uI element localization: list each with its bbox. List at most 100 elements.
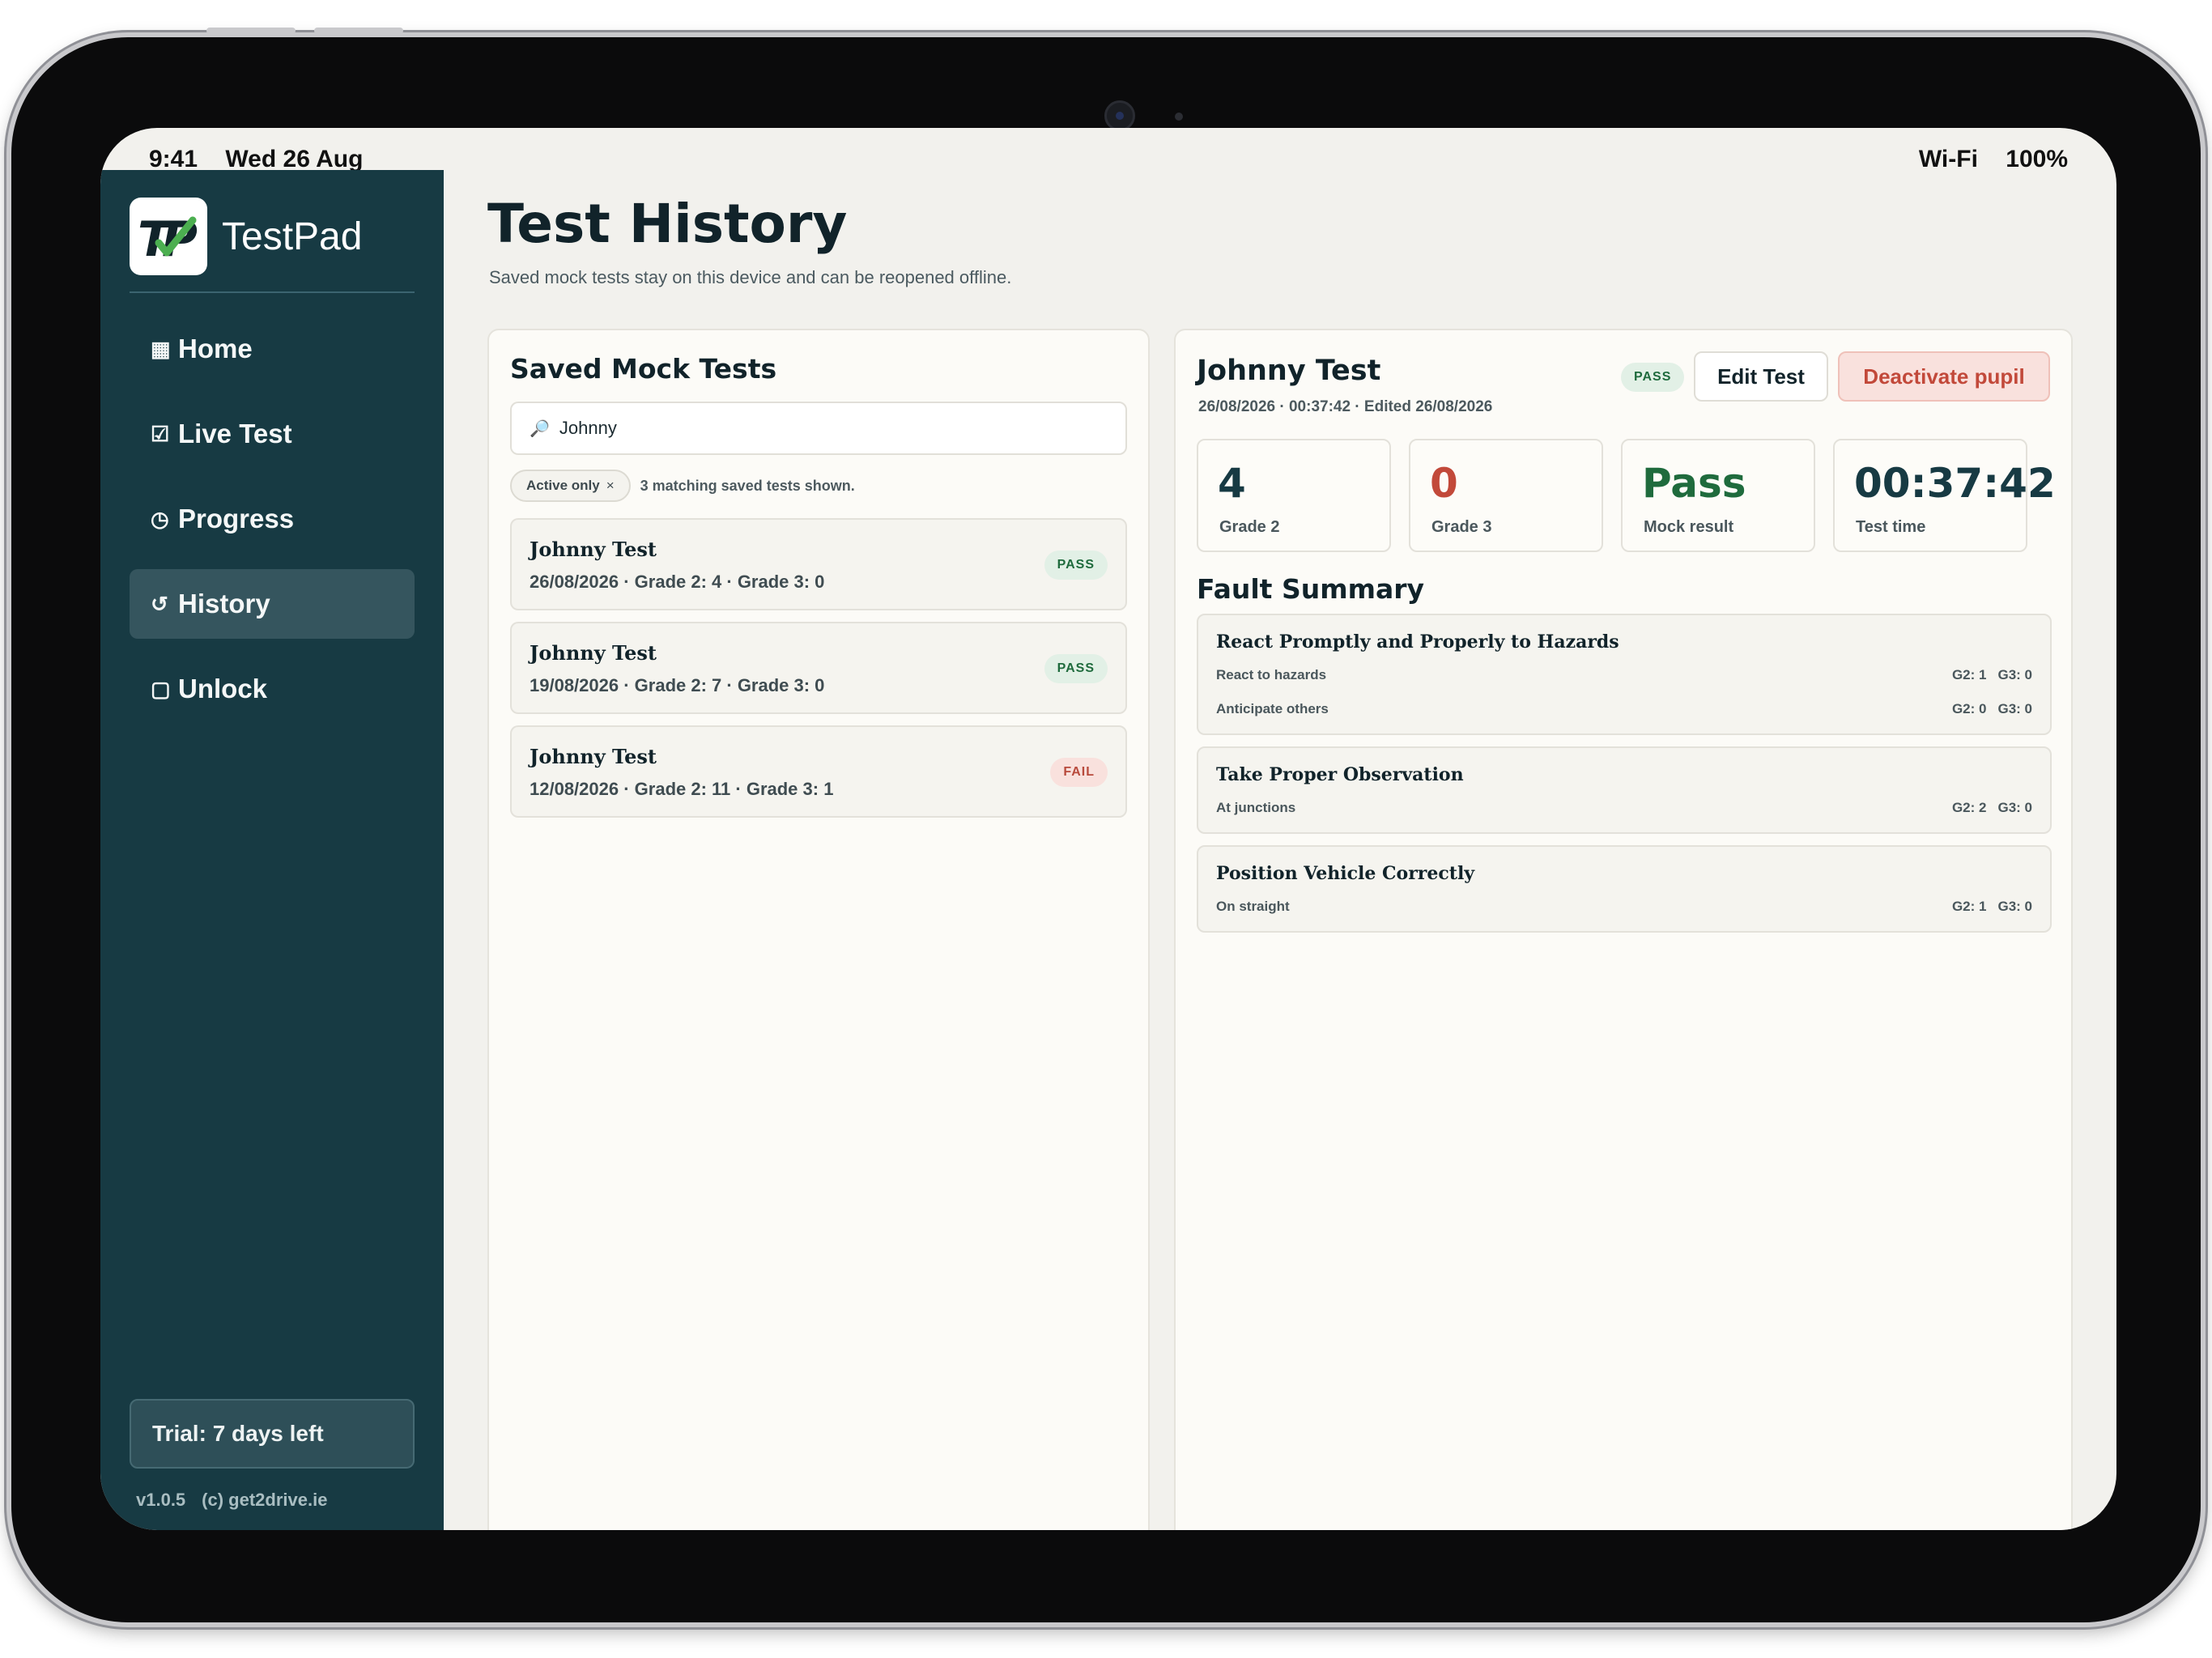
fault-group: Position Vehicle Correctly On straight G…: [1197, 845, 2052, 933]
checkbox-icon: ☑: [151, 421, 170, 446]
fault-row: React to hazards G2: 1 G3: 0: [1216, 667, 2032, 683]
clock-icon: ◷: [151, 506, 169, 531]
fault-group: Take Proper Observation At junctions G2:…: [1197, 746, 2052, 834]
brand[interactable]: T P TestPad: [130, 198, 362, 275]
g3-count: G3: 0: [1997, 701, 2032, 716]
test-pupil-name: Johnny Test: [530, 641, 657, 665]
stat-value: 00:37:42: [1854, 460, 2056, 507]
square-icon: ▢: [151, 676, 171, 701]
g3-count: G3: 0: [1997, 800, 2032, 815]
page-subtitle: Saved mock tests stay on this device and…: [489, 267, 1012, 287]
stat-card-grade-3: 0 Grade 3: [1409, 439, 1603, 552]
trial-status-button[interactable]: Trial: 7 days left: [130, 1399, 415, 1469]
status-time: 9:41: [149, 146, 198, 172]
active-only-filter-chip[interactable]: Active only ×: [510, 470, 631, 502]
search-box[interactable]: 🔎: [510, 402, 1127, 455]
brand-name: TestPad: [222, 215, 363, 258]
sidebar-divider: [130, 291, 415, 293]
stat-card-test-time: 00:37:42 Test time: [1833, 439, 2056, 552]
grid-icon: ▦: [151, 336, 171, 361]
match-count: 3 matching saved tests shown.: [640, 477, 855, 494]
fault-group-title: Take Proper Observation: [1216, 764, 1464, 785]
sidebar-item-home[interactable]: ▦ Home: [130, 314, 415, 384]
sidebar-item-label: Live Test: [178, 419, 292, 449]
app-screen: 9:41 Wed 26 Aug Wi-Fi 100% T P TestPad ▦…: [100, 128, 2116, 1530]
fault-row: On straight G2: 1 G3: 0: [1216, 899, 2032, 915]
status-badge: PASS: [1044, 551, 1108, 580]
g3-count: G3: 0: [1997, 899, 2032, 914]
fault-row: Anticipate others G2: 0 G3: 0: [1216, 701, 2032, 717]
fault-label: React to hazards: [1216, 667, 1327, 682]
filter-row: Active only × 3 matching saved tests sho…: [510, 470, 855, 502]
fault-row: At junctions G2: 2 G3: 0: [1216, 800, 2032, 816]
test-meta: 26/08/2026 · Grade 2: 4 · Grade 3: 0: [530, 572, 825, 592]
detail-pupil-name: Johnny Test: [1197, 355, 1381, 387]
sidebar-item-label: History: [178, 589, 270, 619]
edit-test-button[interactable]: Edit Test: [1694, 351, 1828, 402]
sidebar-item-live-test[interactable]: ☑ Live Test: [130, 399, 415, 469]
list-item[interactable]: Johnny Test 19/08/2026 · Grade 2: 7 · Gr…: [510, 622, 1127, 714]
sidebar-item-label: Progress: [178, 504, 295, 534]
sidebar-item-label: Home: [178, 334, 253, 363]
stat-card-grade-2: 4 Grade 2: [1197, 439, 1391, 552]
fault-group-title: Position Vehicle Correctly: [1216, 863, 1475, 884]
g2-count: G2: 1: [1951, 899, 1987, 914]
test-pupil-name: Johnny Test: [530, 538, 657, 561]
chip-label: Active only: [526, 478, 600, 493]
sidebar: T P TestPad ▦ Home ☑ Live Test ◷ Progres…: [100, 170, 444, 1530]
battery-status: 100%: [2006, 146, 2068, 172]
status-bar: 9:41 Wed 26 Aug Wi-Fi 100%: [100, 128, 2116, 172]
saved-tests-heading: Saved Mock Tests: [510, 353, 777, 385]
list-item[interactable]: Johnny Test 26/08/2026 · Grade 2: 4 · Gr…: [510, 518, 1127, 610]
fault-group-title: React Promptly and Properly to Hazards: [1216, 631, 1619, 653]
stats-row: 4 Grade 2 0 Grade 3 Pass Mock result 00:…: [1197, 439, 2056, 552]
search-icon: 🔎: [530, 419, 550, 438]
sidebar-item-progress[interactable]: ◷ Progress: [130, 484, 415, 554]
sidebar-nav: ▦ Home ☑ Live Test ◷ Progress ↺ History …: [130, 314, 415, 739]
version-info: v1.0.5 (c) get2drive.ie: [136, 1490, 343, 1511]
history-icon: ↺: [151, 591, 168, 616]
stat-value: Pass: [1642, 460, 1746, 507]
stat-card-mock-result: Pass Mock result: [1621, 439, 1815, 552]
saved-tests-list: Johnny Test 26/08/2026 · Grade 2: 4 · Gr…: [510, 518, 1127, 829]
stat-value: 4: [1218, 460, 1246, 507]
chip-close-icon[interactable]: ×: [606, 478, 615, 494]
stat-label: Grade 3: [1431, 518, 1492, 536]
version-number: v1.0.5: [136, 1490, 186, 1510]
g3-count: G3: 0: [1997, 667, 2032, 682]
fault-summary-heading: Fault Summary: [1197, 573, 1425, 605]
status-date: Wed 26 Aug: [225, 146, 364, 172]
g2-count: G2: 2: [1951, 800, 1987, 815]
test-meta: 12/08/2026 · Grade 2: 11 · Grade 3: 1: [530, 779, 834, 799]
fault-label: On straight: [1216, 899, 1290, 914]
page-title: Test History: [487, 193, 848, 255]
sidebar-item-label: Unlock: [178, 674, 268, 704]
list-item[interactable]: Johnny Test 12/08/2026 · Grade 2: 11 · G…: [510, 725, 1127, 818]
fault-group: React Promptly and Properly to Hazards R…: [1197, 614, 2052, 735]
status-badge: PASS: [1044, 654, 1108, 683]
stat-label: Mock result: [1644, 518, 1734, 536]
sensor-dot: [1175, 113, 1183, 121]
fault-label: Anticipate others: [1216, 701, 1329, 716]
g2-count: G2: 1: [1951, 667, 1987, 682]
search-input[interactable]: [559, 418, 1045, 439]
sidebar-item-unlock[interactable]: ▢ Unlock: [130, 654, 415, 724]
test-detail-panel: Johnny Test 26/08/2026 · 00:37:42 · Edit…: [1174, 329, 2073, 1530]
testpad-logo-icon: T P: [130, 198, 207, 275]
g2-count: G2: 0: [1951, 701, 1987, 716]
status-badge: FAIL: [1050, 758, 1108, 787]
test-meta: 19/08/2026 · Grade 2: 7 · Grade 3: 0: [530, 675, 825, 695]
stat-label: Test time: [1856, 518, 1926, 536]
volume-up-button: [206, 28, 296, 34]
deactivate-pupil-button[interactable]: Deactivate pupil: [1838, 351, 2050, 402]
wifi-status: Wi-Fi: [1918, 146, 1978, 172]
status-badge: PASS: [1621, 363, 1685, 392]
sidebar-item-history[interactable]: ↺ History: [130, 569, 415, 639]
camera-icon: [1104, 100, 1135, 131]
fault-label: At junctions: [1216, 800, 1296, 815]
copyright: (c) get2drive.ie: [202, 1490, 328, 1510]
test-pupil-name: Johnny Test: [530, 745, 657, 768]
detail-meta: 26/08/2026 · 00:37:42 · Edited 26/08/202…: [1198, 398, 1493, 415]
stat-value: 0: [1430, 460, 1458, 507]
fault-summary-list: React Promptly and Properly to Hazards R…: [1197, 614, 2052, 944]
